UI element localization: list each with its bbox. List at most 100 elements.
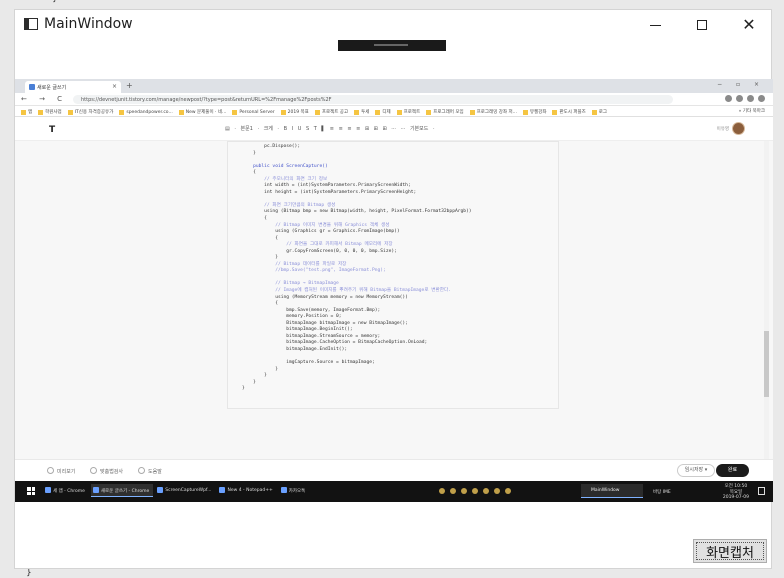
bookmark-label: 로그 [598,110,608,115]
bookmark-item: 프로그래머 모임 [426,108,464,116]
bookmark-item: Personal Server [232,108,275,116]
bookmark-label: 투세 [361,110,370,115]
taskbar: 세 앱 - Chrome 새로운 글쓰기 - Chrome ScreenCaptur… [15,481,773,502]
maximize-icon [697,20,707,30]
bookmark-folder-icon [522,109,528,115]
publish-pill: 완료 [716,464,749,477]
bookmark-folder-icon [375,109,381,115]
bookmark-item: 프로그래밍 강좌 저... [469,108,517,116]
taskbar-app: ScreenCaptureWpf... [155,484,215,497]
main-window: MainWindow ✕ 새로운 글쓰기 × + − ▫ × ← → C htt… [14,9,773,569]
browser-tab: 새로운 글쓰기 × [25,81,121,93]
bookmark-label: 프로젝트 공고 [321,110,349,115]
title-bar: MainWindow ✕ [15,10,771,40]
bookmark-folder-icon [232,109,238,115]
avatar [732,122,745,135]
browser-nav-icons: ← → C [21,95,68,103]
bookmark-item: 뮤젤강좌 [522,108,547,116]
bookmark-item: 학원사업 [38,108,62,116]
bookmark-item: 로그 [591,108,608,116]
temp-save-pill: 임시저장 ▾ [677,464,715,477]
bookmark-folder-icon [552,109,558,115]
taskbar-clock: 오전 10:50 목요일 2019-07-09 [723,484,749,501]
bookmark-folder-icon [38,109,44,115]
bookmark-item: New 문제풀이 · 네... [178,108,227,116]
captured-top-fragment [338,40,446,51]
bookmark-folder-icon [314,109,320,115]
bookmark-folder-icon [119,109,125,115]
bookmark-item: 앱 [21,108,32,116]
taskbar-pinned-icons [439,488,511,494]
clock-time: 오전 10:50 [724,484,748,489]
other-bookmarks: » 기타 북마크 [738,109,765,114]
bookmark-item: speedandpower.co... [119,108,173,116]
bookmark-folder-icon [280,109,286,115]
bookmark-label: speedandpower.co... [126,109,173,115]
help-item: 도움말 [138,467,162,475]
taskbar-ime: 바탕 IME [653,490,671,495]
notification-icon [758,487,765,495]
bookmark-item: 투세 [354,108,369,116]
bookmark-folder-icon [396,109,402,115]
bookmark-label: New 문제풀이 · 네... [185,110,227,115]
clock-date: 2019-07-09 [722,495,749,500]
taskbar-app: New 4 - Notepad++ [217,484,276,497]
bookmark-label: 프로젝트 [403,110,421,115]
captured-screenshot: 새로운 글쓰기 × + − ▫ × ← → C https://devnetju… [15,79,773,502]
editor-scrollbar [764,141,769,459]
stray-mark: } [26,568,32,578]
window-title: MainWindow [44,16,133,32]
bookmark-label: 앱 [28,110,33,115]
bookmark-item: 디제 [375,108,391,116]
tistory-logo: T [49,125,55,135]
browser-tab-title: 새로운 글쓰기 [37,85,67,91]
bookmark-folder-icon [354,109,360,115]
code-block: pc.Dispose(); } public void ScreenCaptur… [227,141,559,409]
bookmark-label: 디제 [382,110,391,115]
bookmark-item: 프로젝트 공고 [314,108,349,116]
code-line: } [242,386,245,392]
bookmark-label: 판도시 퍼플즈 [559,110,586,115]
bookmark-folder-icon [21,109,26,115]
bookmark-item: 판도시 퍼플즈 [552,108,586,116]
bookmark-label: IT신용 자격증공유가 [74,110,114,115]
new-tab-icon: + [126,81,133,90]
editor-toolbar: ▤ · 본문1 · 크게 · B I U S T ▌ ≡ ≡ ≡ ≡ ⊞ ⊞ ⊞… [225,126,435,132]
spellcheck-item: 맞춤법검사 [90,467,123,475]
bookmark-folder-icon [67,109,73,115]
bookmark-folder-icon [178,109,184,115]
window-app-icon [24,18,38,30]
editor-footer: 미리보기 맞춤법검사 도움말 임시저장 ▾ 완료 [15,459,773,481]
bookmark-label: 프로그래밍 강좌 저... [476,110,517,115]
taskbar-app: 새로운 글쓰기 - Chrome [90,484,154,497]
taskbar-apps: 세 앱 - Chrome 새로운 글쓰기 - Chrome ScreenCaptur… [43,484,309,497]
editor-body: pc.Dispose(); } public void ScreenCaptur… [15,141,773,459]
bookmark-item: 프로젝트 [396,108,421,116]
browser-tab-bar: 새로운 글쓰기 × + − ▫ × [15,79,773,93]
taskbar-active-app: MainWindow [581,484,643,498]
editor-user-name: 이유영 [716,127,729,132]
minimize-button[interactable] [632,13,678,37]
taskbar-app: 카카오톡 [279,484,310,497]
browser-address-bar: ← → C https://devnetjunit.tistory.com/ma… [15,93,773,106]
taskbar-app: 세 앱 - Chrome [43,484,89,497]
screen-capture-button[interactable]: 화면캡처 [693,539,767,563]
bookmark-label: 2019 목표 [287,110,309,115]
bookmark-label: 학원사업 [45,110,62,115]
bookmark-item: IT신용 자격증공유가 [67,108,114,116]
bookmark-label: 뮤젤강좌 [529,110,547,115]
bookmark-folder-icon [426,109,432,115]
maximize-button[interactable] [679,13,725,37]
tab-close-icon: × [111,83,117,90]
bookmark-label: Personal Server [239,109,275,115]
editor-header: T ▤ · 본문1 · 크게 · B I U S T ▌ ≡ ≡ ≡ ≡ ⊞ ⊞… [15,117,773,141]
close-icon: ✕ [742,15,756,34]
bookmark-folder-icon [469,109,475,115]
stray-mark: } [52,0,58,4]
preview-item: 미리보기 [47,467,75,475]
bookmarks-bar: 앱 학원사업 IT신용 자격증공유가 speedandpower.co... New 문… [15,106,773,117]
browser-extension-icons [725,95,765,102]
bookmark-item: 2019 목표 [280,108,309,116]
close-button[interactable]: ✕ [726,13,772,37]
browser-url: https://devnetjunit.tistory.com/manage/n… [73,95,673,104]
